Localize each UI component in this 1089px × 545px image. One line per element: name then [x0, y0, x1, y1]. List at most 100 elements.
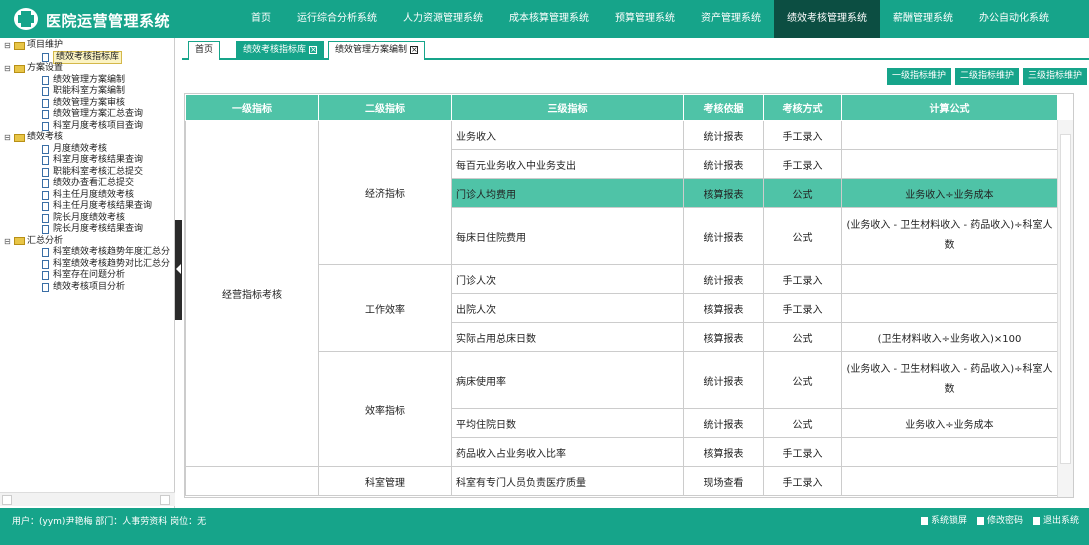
- nav-budget[interactable]: 预算管理系统: [602, 0, 688, 38]
- level3-cell: 科室有专门人员负责医疗质量: [451, 466, 684, 496]
- level3-cell: 病床使用率: [451, 351, 684, 409]
- tree-item[interactable]: 职能科室考核汇总提交: [4, 167, 175, 179]
- level3-cell: 每百元业务收入中业务支出: [451, 149, 684, 179]
- tree-label: 科室月度考核结果查询: [53, 155, 144, 165]
- document-icon: [42, 248, 49, 258]
- basis-cell: 现场查看: [683, 466, 764, 496]
- tree-label: 绩效考核指标库: [53, 50, 123, 64]
- nav-performance[interactable]: 绩效考核管理系统: [774, 0, 880, 38]
- tree-item[interactable]: 绩效管理方案编制: [4, 75, 175, 87]
- folder-icon: [14, 237, 25, 246]
- method-cell: 公式: [763, 408, 842, 438]
- tree-item[interactable]: 绩效管理方案审核: [4, 98, 175, 110]
- tree-item[interactable]: 月度绩效考核: [4, 144, 175, 156]
- tree-label: 职能科室考核汇总提交: [53, 166, 144, 177]
- document-icon: [42, 259, 49, 269]
- lock-screen-button[interactable]: 系统锁屏: [920, 513, 967, 526]
- tab-label: 绩效考核指标库: [243, 45, 307, 55]
- method-cell: 公式: [763, 207, 842, 265]
- lock-screen-label: 系统锁屏: [930, 516, 967, 526]
- tree-label: 月度绩效考核: [53, 143, 108, 154]
- key-icon: [976, 516, 984, 525]
- nav-office-automation[interactable]: 办公自动化系统: [966, 0, 1062, 38]
- change-password-button[interactable]: 修改密码: [976, 513, 1023, 526]
- level1-maintain-button[interactable]: 一级指标维护: [886, 68, 951, 85]
- collapse-tree-icon[interactable]: ⊟: [4, 132, 14, 144]
- document-icon: [42, 271, 49, 281]
- nav-salary[interactable]: 薪酬管理系统: [880, 0, 966, 38]
- level2-cell: 经济指标: [318, 120, 452, 265]
- collapse-tree-icon[interactable]: ⊟: [4, 236, 14, 248]
- tree-item[interactable]: 绩效办查看汇总提交: [4, 178, 175, 190]
- scroll-right-icon[interactable]: [160, 495, 170, 505]
- tab-home[interactable]: 首页: [188, 41, 221, 60]
- tree-item[interactable]: 院长月度考核结果查询: [4, 224, 175, 236]
- tree-label: 绩效管理方案汇总查询: [53, 109, 144, 119]
- nav-operation-analysis[interactable]: 运行综合分析系统: [284, 0, 390, 38]
- level3-maintain-button[interactable]: 三级指标维护: [1022, 68, 1087, 85]
- tree-folder[interactable]: ⊟ 汇总分析: [4, 236, 175, 248]
- basis-cell: 统计报表: [683, 120, 764, 150]
- close-icon[interactable]: ×: [309, 46, 318, 54]
- document-icon: [42, 156, 49, 166]
- tree-item[interactable]: 绩效管理方案汇总查询: [4, 109, 175, 121]
- close-icon[interactable]: ×: [410, 46, 419, 54]
- level2-cell: 工作效率: [318, 264, 452, 352]
- tree-item[interactable]: 科主任月度绩效考核: [4, 190, 175, 202]
- nav-assets[interactable]: 资产管理系统: [688, 0, 774, 38]
- tree-folder[interactable]: ⊟ 方案设置: [4, 63, 175, 75]
- basis-cell: 核算报表: [683, 437, 764, 467]
- hospital-cross-logo-icon: [14, 8, 38, 30]
- tree-item[interactable]: 科室绩效考核趋势对比汇总分: [4, 259, 175, 271]
- indicator-table-container: 一级指标 二级指标 三级指标 考核依据 考核方式 计算公式 经营指标考核 经济指…: [184, 93, 1074, 498]
- tree-item[interactable]: 绩效考核指标库: [4, 50, 175, 64]
- tree-item[interactable]: 科室绩效考核趋势年度汇总分: [4, 247, 175, 259]
- tree-label: 科室存在问题分析: [53, 270, 126, 280]
- nav-tree: ⊟ 项目维护 绩效考核指标库 ⊟ 方案设置 绩效管理方案编制 职能科室方案编制 绩效管理方案审…: [0, 38, 175, 488]
- level2-maintain-button[interactable]: 二级指标维护: [954, 68, 1019, 85]
- tree-item[interactable]: 院长月度绩效考核: [4, 213, 175, 225]
- tree-item[interactable]: 科室月度考核结果查询: [4, 155, 175, 167]
- method-cell: 手工录入: [763, 264, 842, 294]
- collapse-tree-icon[interactable]: ⊟: [4, 40, 14, 52]
- tree-item[interactable]: 科主任月度考核结果查询: [4, 201, 175, 213]
- tab-plan-compilation[interactable]: 绩效管理方案编制 ×: [328, 41, 426, 60]
- level2-cell: 科室管理: [318, 466, 452, 496]
- sidebar: ⊟ 项目维护 绩效考核指标库 ⊟ 方案设置 绩效管理方案编制 职能科室方案编制 绩效管理方案审…: [0, 38, 175, 508]
- basis-cell: 统计报表: [683, 207, 764, 265]
- document-icon: [42, 225, 49, 235]
- scrollbar-thumb[interactable]: [1060, 134, 1071, 464]
- nav-hr[interactable]: 人力资源管理系统: [390, 0, 496, 38]
- tree-item[interactable]: 绩效考核项目分析: [4, 282, 175, 294]
- scroll-left-icon[interactable]: [2, 495, 12, 505]
- logout-button[interactable]: 退出系统: [1032, 513, 1079, 526]
- col-header-formula: 计算公式: [841, 94, 1058, 121]
- level3-cell: 平均住院日数: [451, 408, 684, 438]
- method-cell: 公式: [763, 322, 842, 352]
- nav-home[interactable]: 首页: [238, 0, 284, 38]
- document-icon: [42, 121, 49, 131]
- formula-cell: [841, 264, 1058, 294]
- nav-cost-accounting[interactable]: 成本核算管理系统: [496, 0, 602, 38]
- tree-folder[interactable]: ⊟ 绩效考核: [4, 132, 175, 144]
- tree-item[interactable]: 职能科室方案编制: [4, 86, 175, 98]
- tree-item[interactable]: 科室月度考核项目查询: [4, 121, 175, 133]
- sidebar-horizontal-scrollbar[interactable]: [0, 492, 175, 506]
- app-window: 医院运营管理系统 首页 运行综合分析系统 人力资源管理系统 成本核算管理系统 预…: [0, 0, 1089, 545]
- method-cell: 公式: [763, 178, 842, 208]
- sidebar-collapse-handle[interactable]: [175, 220, 182, 320]
- tab-indicator-library[interactable]: 绩效考核指标库 ×: [236, 41, 325, 60]
- col-header-level2: 二级指标: [318, 94, 452, 121]
- user-info: 用户：(yym)尹艳梅 部门：人事劳资科 岗位：无: [12, 517, 207, 527]
- tree-label: 方案设置: [27, 63, 64, 73]
- tab-label: 首页: [195, 45, 214, 55]
- collapse-tree-icon[interactable]: ⊟: [4, 63, 14, 75]
- table-vertical-scrollbar[interactable]: [1057, 120, 1073, 497]
- level3-cell: 门诊人次: [451, 264, 684, 294]
- tree-label: 绩效考核: [27, 132, 64, 142]
- table-row[interactable]: 经营指标考核 经济指标 业务收入 统计报表 手工录入: [185, 120, 1058, 467]
- formula-cell: [841, 149, 1058, 179]
- formula-cell: 业务收入÷业务成本: [841, 408, 1058, 438]
- table-row[interactable]: 科室管理 科室有专门人员负责医疗质量 现场查看 手工录入: [185, 466, 1058, 496]
- tree-item[interactable]: 科室存在问题分析: [4, 270, 175, 282]
